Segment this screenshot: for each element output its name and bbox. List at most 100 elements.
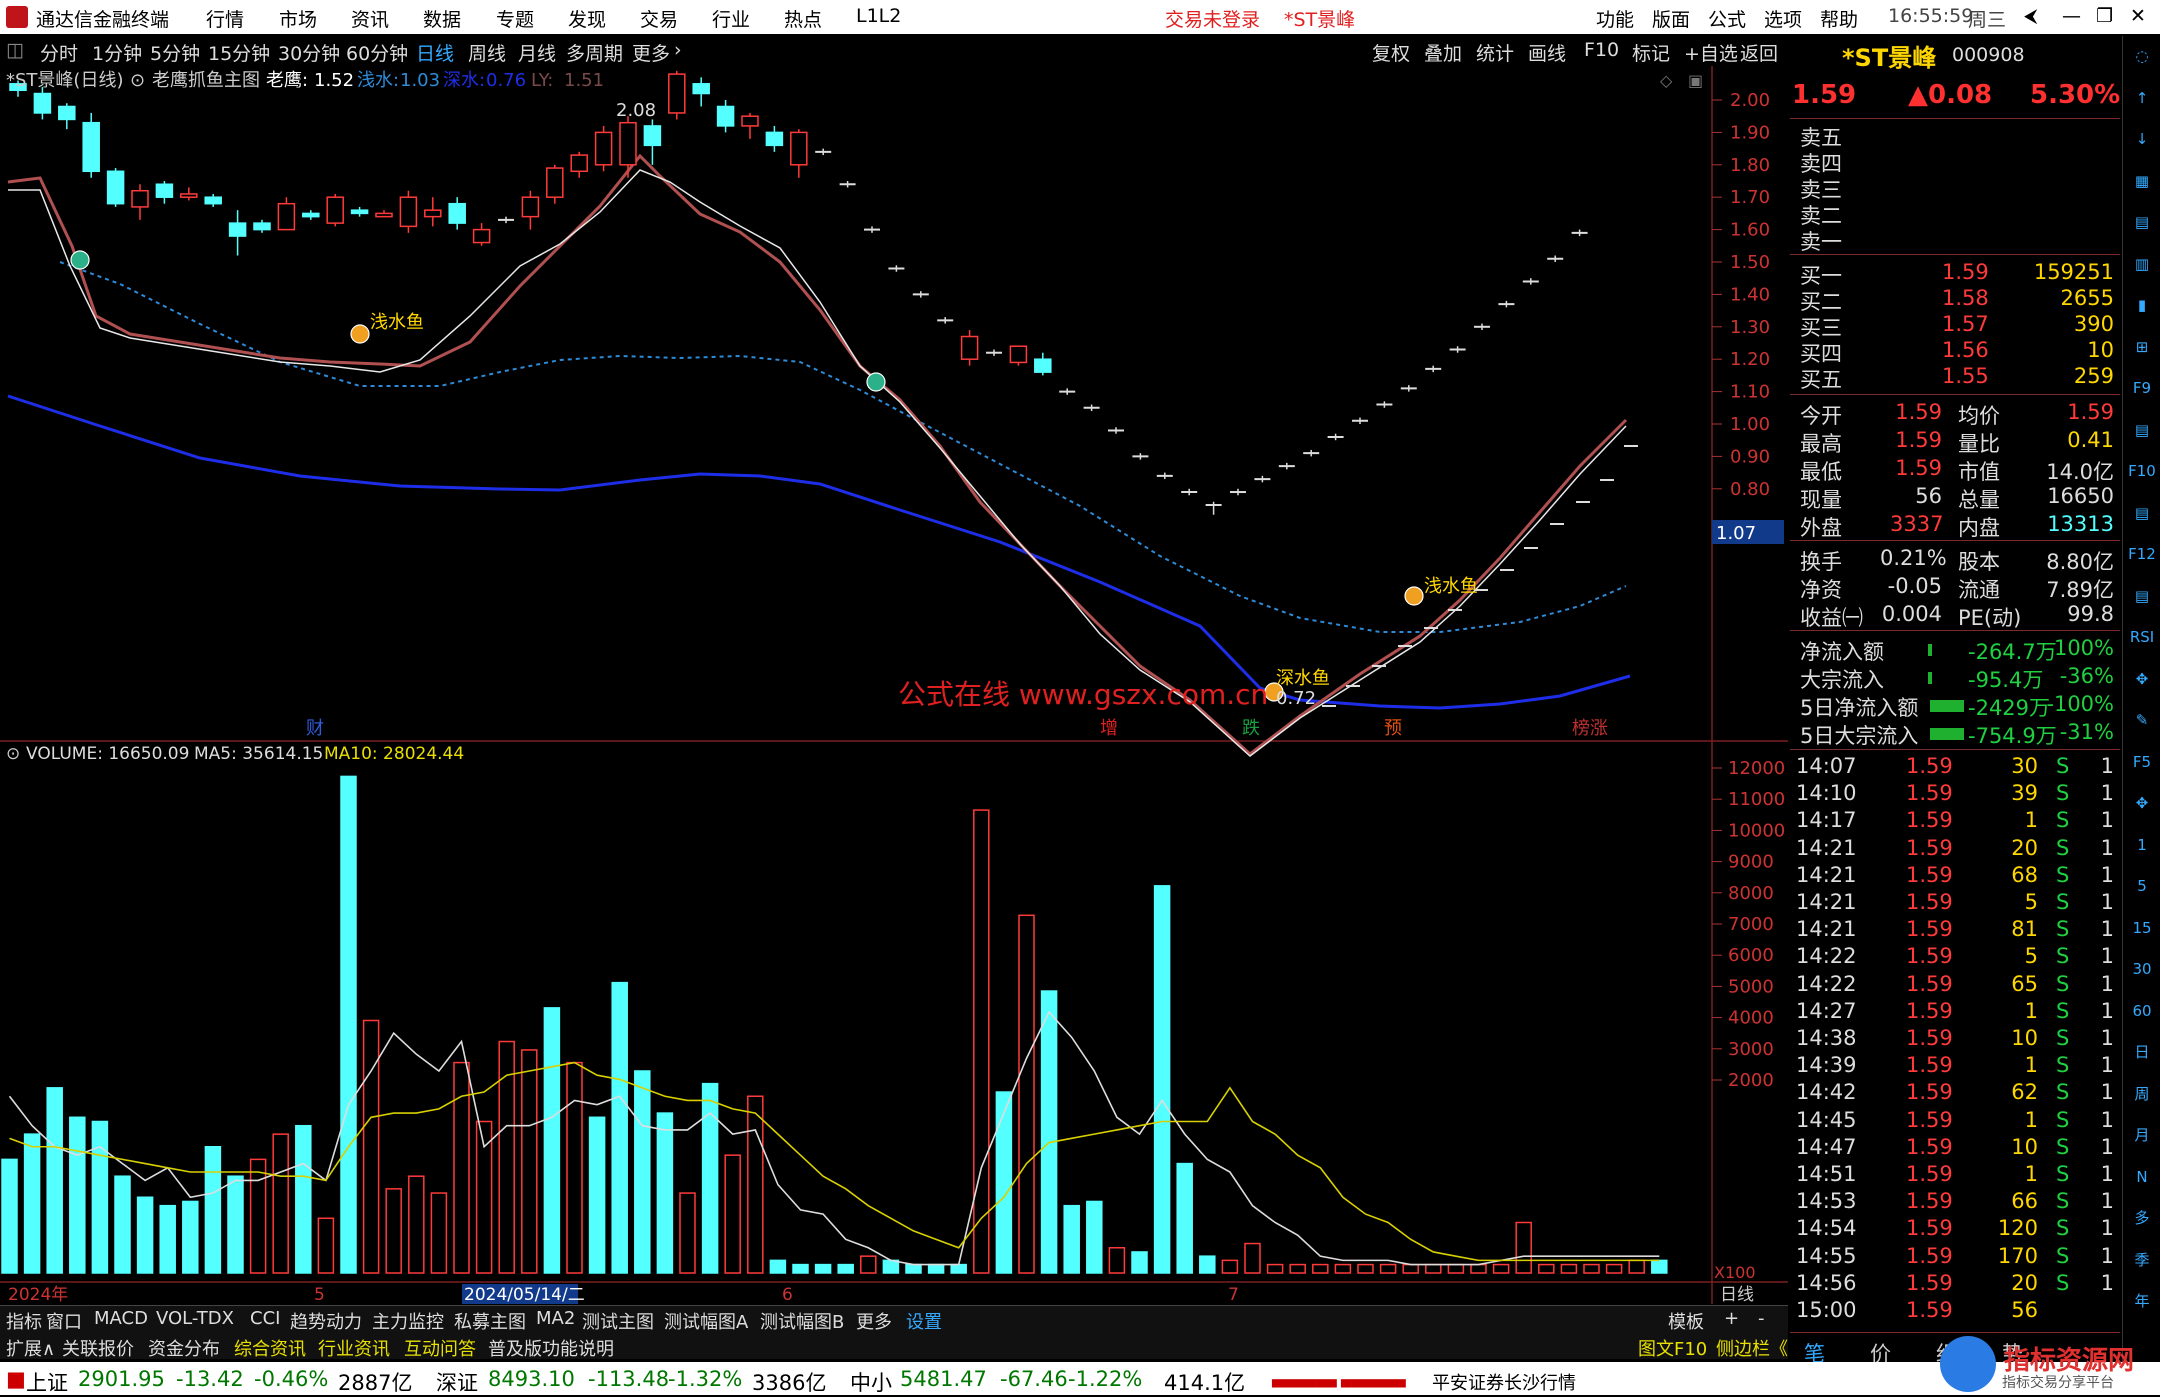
extension-tab[interactable]: 扩展∧ [6, 1335, 55, 1361]
side-tool-icon[interactable]: 日 [2127, 1038, 2157, 1066]
side-tool-icon[interactable]: ⊞ [2127, 333, 2157, 361]
period-weekly[interactable]: 周线 [468, 39, 506, 66]
side-tool-icon[interactable]: 年 [2127, 1287, 2157, 1315]
indicator-tab[interactable]: 测试幅图A [664, 1308, 748, 1334]
template-tab[interactable]: 模板 [1668, 1308, 1704, 1334]
ask-row[interactable]: 卖三 [1790, 174, 2120, 202]
restore-icon[interactable]: ❐ [2096, 5, 2113, 27]
btn-tongji[interactable]: 统计 [1476, 39, 1514, 66]
indicator-tab[interactable]: VOL-TDX [156, 1308, 234, 1329]
period-more[interactable]: 更多 [632, 39, 670, 66]
menu-gongshi[interactable]: 公式 [1708, 5, 1746, 32]
menu-hangqing[interactable]: 行情 [206, 5, 244, 32]
indicator-tab[interactable]: 窗口 [46, 1308, 82, 1334]
chart-indicator-name[interactable]: 老鹰抓鱼主图 [152, 70, 260, 91]
side-tool-icon[interactable]: RSI [2127, 623, 2157, 651]
side-tool-icon[interactable]: 周 [2127, 1080, 2157, 1108]
indicator-tab[interactable]: 更多 [856, 1308, 892, 1334]
bid-row[interactable]: 买五 1.55 259 [1790, 364, 2120, 392]
sidebar-tab[interactable]: 侧边栏《 [1716, 1335, 1788, 1361]
period-1min[interactable]: 1分钟 [92, 39, 142, 66]
indicator-tab[interactable]: MA2 [536, 1308, 575, 1329]
index-sh-label[interactable]: 上证 [26, 1367, 68, 1397]
side-tool-icon[interactable]: ▮ [2127, 291, 2157, 319]
side-tool-icon[interactable]: ✥ [2127, 789, 2157, 817]
btn-biaoji[interactable]: 标记 [1632, 39, 1670, 66]
side-tool-icon[interactable]: ↑ [2127, 84, 2157, 112]
ask-row[interactable]: 卖四 [1790, 148, 2120, 176]
side-tool-icon[interactable]: 1 [2127, 831, 2157, 859]
side-tool-icon[interactable]: 季 [2127, 1246, 2157, 1274]
indicator-tab[interactable]: 趋势动力 [290, 1308, 362, 1334]
menu-l1l2[interactable]: L1L2 [856, 5, 901, 27]
ask-row[interactable]: 卖二 [1790, 200, 2120, 228]
bid-row[interactable]: 买四 1.56 10 [1790, 338, 2120, 366]
side-tool-icon[interactable]: F10 [2127, 457, 2157, 485]
bid-row[interactable]: 买一 1.59 159251 [1790, 260, 2120, 288]
side-tool-icon[interactable]: 5 [2127, 872, 2157, 900]
extension-tab[interactable]: 普及版功能说明 [488, 1335, 614, 1361]
close-icon[interactable]: ✕ [2130, 5, 2146, 27]
extension-tab[interactable]: 关联报价 [62, 1335, 134, 1361]
side-tool-icon[interactable]: ▤ [2127, 582, 2157, 610]
side-tool-icon[interactable]: ▥ [2127, 250, 2157, 278]
chart-indicator-icon[interactable]: ⊙ [130, 70, 145, 91]
side-tool-icon[interactable]: ▦ [2127, 167, 2157, 195]
extension-tab[interactable]: 互动问答 [404, 1335, 476, 1361]
volume-collapse-icon[interactable]: ⊙ [6, 744, 20, 764]
btn-fanhui[interactable]: 返回 [1740, 39, 1778, 66]
side-tool-icon[interactable]: ✥ [2127, 665, 2157, 693]
menu-jiaoyi[interactable]: 交易 [640, 5, 678, 32]
extension-tab[interactable]: 综合资讯 [234, 1335, 306, 1361]
menu-xuanxiang[interactable]: 选项 [1764, 5, 1802, 32]
period-monthly[interactable]: 月线 [518, 39, 556, 66]
trade-status[interactable]: 交易未登录 [1165, 5, 1260, 32]
side-tool-icon[interactable]: F9 [2127, 374, 2157, 402]
side-tool-icon[interactable]: F5 [2127, 748, 2157, 776]
ask-row[interactable]: 卖一 [1790, 226, 2120, 254]
ask-row[interactable]: 卖五 [1790, 122, 2120, 150]
btn-diejia[interactable]: 叠加 [1424, 39, 1462, 66]
side-tool-icon[interactable]: F12 [2127, 540, 2157, 568]
back-icon[interactable]: ⮜ [2024, 5, 2038, 27]
event-tag[interactable]: 跌 [1242, 718, 1260, 739]
extension-tab[interactable]: 资金分布 [148, 1335, 220, 1361]
side-tool-icon[interactable]: N [2127, 1163, 2157, 1191]
menu-zixun[interactable]: 资讯 [351, 5, 389, 32]
index-sz-label[interactable]: 深证 [436, 1367, 478, 1397]
indicator-tab[interactable]: 测试幅图B [760, 1308, 844, 1334]
period-15min[interactable]: 15分钟 [208, 39, 270, 66]
indicator-tab[interactable]: 指标 [6, 1308, 42, 1334]
side-tool-icon[interactable]: 30 [2127, 955, 2157, 983]
bid-row[interactable]: 买三 1.57 390 [1790, 312, 2120, 340]
event-tag[interactable]: 榜涨 [1572, 718, 1608, 739]
indicator-tab[interactable]: 主力监控 [372, 1308, 444, 1334]
menu-zhuanti[interactable]: 专题 [496, 5, 534, 32]
period-30min[interactable]: 30分钟 [278, 39, 340, 66]
menu-hangye[interactable]: 行业 [712, 5, 750, 32]
side-tool-icon[interactable]: ▤ [2127, 499, 2157, 527]
indicator-tab[interactable]: MACD [94, 1308, 148, 1329]
menu-bangzhu[interactable]: 帮助 [1820, 5, 1858, 32]
zoom-in-button[interactable]: + [1724, 1308, 1739, 1329]
indicator-tab[interactable]: 测试主图 [582, 1308, 654, 1334]
period-5min[interactable]: 5分钟 [150, 39, 200, 66]
side-tool-icon[interactable]: 月 [2127, 1121, 2157, 1149]
extension-tab[interactable]: 行业资讯 [318, 1335, 390, 1361]
btn-fuquan[interactable]: 复权 [1372, 39, 1410, 66]
panel-toggle-icon[interactable]: ◫ [6, 39, 24, 61]
side-tool-icon[interactable]: 多 [2127, 1204, 2157, 1232]
btn-f10[interactable]: F10 [1584, 39, 1619, 61]
menu-faxian[interactable]: 发现 [568, 5, 606, 32]
event-tag[interactable]: 预 [1384, 718, 1402, 739]
index-zx-label[interactable]: 中小 [850, 1367, 892, 1397]
minimize-icon[interactable]: — [2062, 5, 2081, 27]
side-tool-icon[interactable]: ↓ [2127, 125, 2157, 153]
side-tool-icon[interactable]: ▤ [2127, 208, 2157, 236]
menu-shuju[interactable]: 数据 [423, 5, 461, 32]
chevron-right-icon[interactable]: › [674, 39, 682, 61]
zoom-out-button[interactable]: - [1758, 1308, 1765, 1329]
period-fenshi[interactable]: 分时 [40, 39, 78, 66]
diamond-icon[interactable]: ◇ [1660, 71, 1673, 90]
side-tool-icon[interactable]: 60 [2127, 997, 2157, 1025]
